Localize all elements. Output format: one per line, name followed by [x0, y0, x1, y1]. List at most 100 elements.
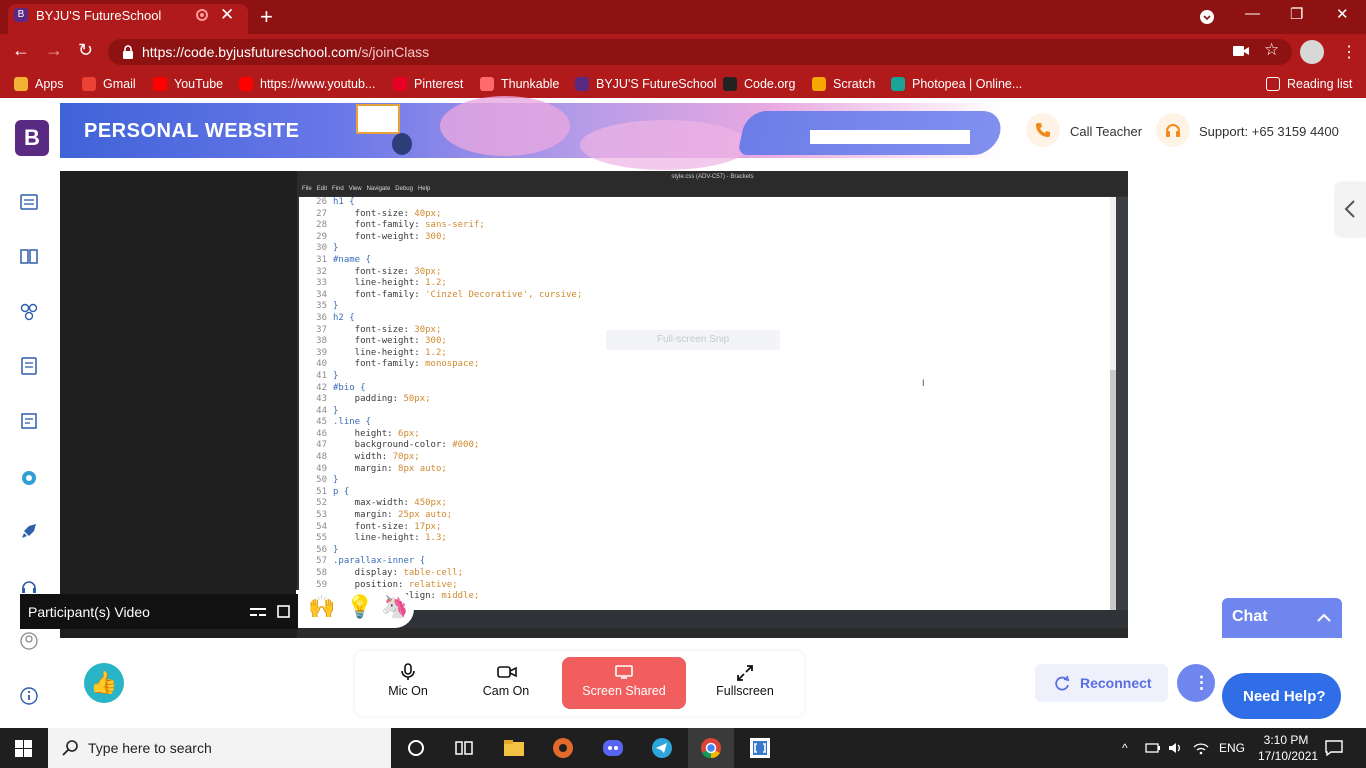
- code-text: font-family: monospace;: [333, 359, 480, 370]
- class-board-icon[interactable]: [20, 193, 38, 211]
- line-number: 34: [316, 289, 327, 300]
- expand-window-icon[interactable]: [277, 605, 290, 618]
- bookmark-thunkable[interactable]: Thunkable: [480, 76, 559, 92]
- code-line: 32 font-size: 30px;: [299, 267, 1115, 279]
- layout-icon[interactable]: [250, 607, 266, 617]
- fullscreen-label[interactable]: Fullscreen: [700, 684, 790, 698]
- monitor-icon: [615, 665, 633, 679]
- code-text: h2 {: [333, 312, 355, 323]
- camera-in-use-icon[interactable]: [1233, 45, 1249, 57]
- forward-button[interactable]: →: [45, 40, 63, 61]
- tray-chevron-icon[interactable]: ^: [1122, 741, 1128, 755]
- call-teacher-label[interactable]: Call Teacher: [1070, 124, 1142, 139]
- raise-hands-reaction[interactable]: 🙌: [308, 594, 335, 620]
- media-player-icon[interactable]: [551, 736, 575, 760]
- bookmark-star-icon[interactable]: ☆: [1264, 40, 1279, 60]
- bookmark-youtube-link[interactable]: https://www.youtub...: [239, 76, 375, 92]
- discord-icon[interactable]: [601, 736, 625, 760]
- notifications-icon[interactable]: [1325, 740, 1343, 756]
- cam-toggle-label[interactable]: Cam On: [461, 684, 551, 698]
- maximize-button[interactable]: ❐: [1290, 5, 1303, 23]
- support-label[interactable]: Support: +65 3159 4400: [1199, 124, 1339, 139]
- document-icon[interactable]: [20, 412, 38, 430]
- mic-toggle-label[interactable]: Mic On: [363, 684, 453, 698]
- line-number: 37: [316, 324, 327, 335]
- unicorn-reaction[interactable]: 🦄: [381, 594, 408, 620]
- avatar[interactable]: [1300, 40, 1324, 64]
- code-line: 52 max-width: 450px;: [299, 498, 1115, 510]
- css-value: 17px;: [408, 521, 442, 532]
- clock[interactable]: 3:10 PM 17/10/2021: [1258, 732, 1318, 764]
- microphone-icon[interactable]: [400, 663, 416, 681]
- minimize-button[interactable]: —: [1245, 5, 1260, 22]
- menu-edit: Edit: [316, 186, 328, 192]
- notes-icon[interactable]: [20, 357, 38, 375]
- new-tab-button[interactable]: +: [260, 4, 273, 30]
- line-number: 45: [316, 417, 327, 428]
- code-line: 47 background-color: #000;: [299, 440, 1115, 452]
- line-number: 55: [316, 533, 327, 544]
- lock-icon[interactable]: [122, 45, 134, 59]
- banner-decoration: [440, 96, 570, 156]
- activities-icon[interactable]: [20, 303, 38, 321]
- bookmark-apps[interactable]: Apps: [14, 76, 64, 92]
- task-view-icon[interactable]: [452, 736, 476, 760]
- code-text: .parallax-inner {: [333, 556, 426, 567]
- reload-button[interactable]: ↻: [78, 40, 93, 61]
- code-line: 27 font-size: 40px;: [299, 209, 1115, 221]
- chrome-icon[interactable]: [699, 736, 723, 760]
- code-line: 56}: [299, 545, 1115, 557]
- reading-list-button[interactable]: Reading list: [1266, 76, 1352, 92]
- taskbar-search-placeholder: Type here to search: [88, 740, 212, 756]
- telegram-icon[interactable]: [650, 736, 674, 760]
- url-text[interactable]: https://code.byjusfutureschool.com/s/joi…: [142, 44, 429, 60]
- menu-debug: Debug: [395, 186, 413, 192]
- volume-icon[interactable]: [1168, 741, 1184, 755]
- profile-icon[interactable]: [20, 632, 38, 650]
- profile-dropdown-icon[interactable]: [1200, 10, 1214, 24]
- cortana-icon[interactable]: [404, 736, 428, 760]
- line-number: 50: [316, 475, 327, 486]
- bookmark-scratch[interactable]: Scratch: [812, 76, 875, 92]
- code-text: font-size: 17px;: [333, 521, 442, 532]
- code-text: display: table-cell;: [333, 568, 464, 578]
- language-indicator[interactable]: ENG: [1219, 741, 1245, 755]
- css-value: monospace;: [419, 359, 480, 370]
- tab-close-icon[interactable]: ✕: [220, 5, 234, 25]
- screen-shared-label: Screen Shared: [582, 684, 666, 698]
- close-window-button[interactable]: ✕: [1336, 5, 1349, 23]
- bookmark-youtube[interactable]: YouTube: [153, 76, 223, 92]
- brackets-icon[interactable]: [748, 736, 772, 760]
- menu-kebab-icon[interactable]: ⋮: [1341, 42, 1357, 62]
- bookmark-gmail[interactable]: Gmail: [82, 76, 136, 92]
- info-icon[interactable]: [20, 687, 38, 705]
- battery-icon[interactable]: [1145, 742, 1161, 754]
- line-number: 32: [316, 266, 327, 277]
- code-text: position: relative;: [333, 579, 458, 590]
- line-number: 40: [316, 359, 327, 370]
- idea-reaction[interactable]: 💡: [346, 594, 373, 620]
- code-line: 57 .parallax-inner {: [299, 556, 1115, 568]
- book-icon[interactable]: [20, 247, 38, 265]
- bookmark-codeorg[interactable]: Code.org: [723, 76, 795, 92]
- css-value: sans-serif;: [419, 220, 485, 231]
- camera-icon[interactable]: [497, 665, 517, 679]
- code-text: .line {: [333, 417, 371, 428]
- chevron-up-icon: [1317, 613, 1331, 622]
- file-explorer-icon[interactable]: [502, 736, 526, 760]
- bookmark-photopea[interactable]: Photopea | Online...: [891, 76, 1022, 92]
- bookmark-label: Thunkable: [501, 77, 560, 91]
- bookmark-label: Apps: [35, 77, 64, 91]
- rocket-icon[interactable]: [20, 522, 38, 540]
- line-number: 41: [316, 370, 327, 381]
- code-line: 45 .line {: [299, 417, 1115, 429]
- bookmark-byjus[interactable]: BYJU'S FutureSchool: [575, 76, 717, 92]
- windows-start-icon[interactable]: [15, 740, 32, 757]
- bookmark-pinterest[interactable]: Pinterest: [393, 76, 463, 92]
- fullscreen-icon[interactable]: [736, 664, 754, 682]
- wifi-icon[interactable]: [1193, 741, 1209, 755]
- bookmark-label: Gmail: [103, 77, 136, 91]
- like-reaction-button[interactable]: 👍: [84, 663, 124, 703]
- snowflake-icon[interactable]: [20, 469, 38, 487]
- back-button[interactable]: ←: [12, 40, 30, 61]
